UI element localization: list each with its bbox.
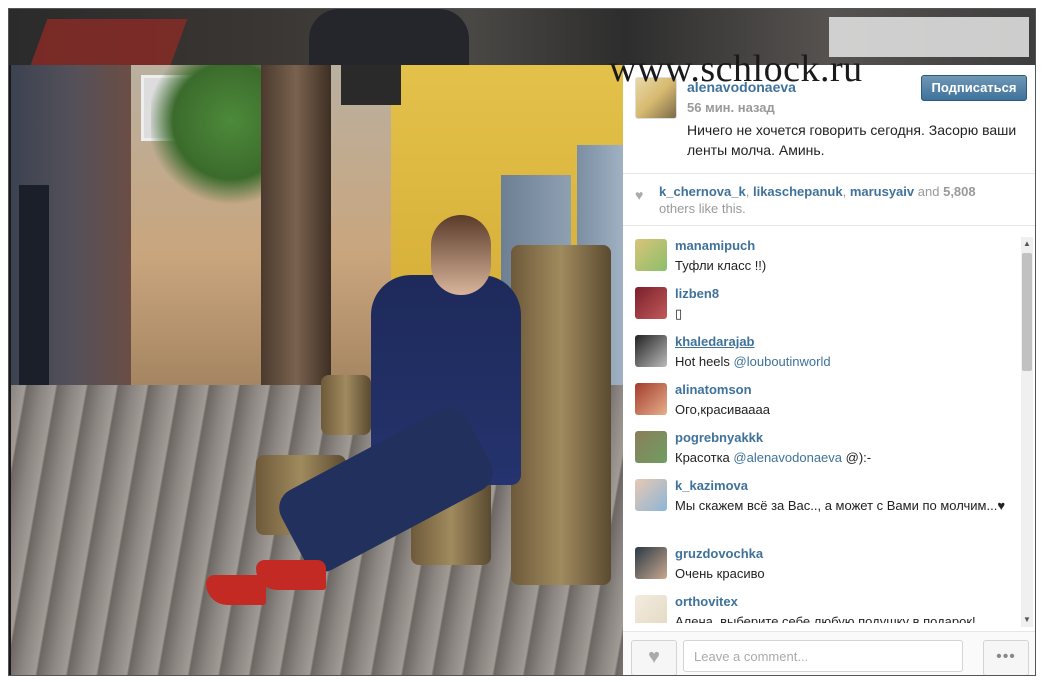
comment-text-body: Hot heels [675,354,734,369]
likes-and: and [917,184,940,199]
post-photo[interactable] [11,65,623,675]
comment-item: alinatomson Ого,красиваааа [623,379,1019,427]
commenter-username[interactable]: orthovitex [675,594,738,609]
like-button[interactable]: ♥ [631,640,677,675]
commenter-avatar[interactable] [635,431,667,463]
commenter-username[interactable]: khaledarajab [675,334,755,349]
comment-text: Мы скажем всё за Вас.., а может с Вами п… [675,498,1006,513]
commenter-username[interactable]: manamipuch [675,238,755,253]
comment-item: khaledarajab Hot heels @louboutinworld [623,331,1019,379]
comment-text: ▯ [675,304,1015,324]
liker-link[interactable]: marusyaiv [850,184,914,199]
comment-item: orthovitex Алена, выберите себе любую по… [623,591,1019,623]
comment-text: Ого,красиваааа [675,402,770,417]
comment-text-body: Красотка [675,450,734,465]
comment-text: Алена, выберите себе любую подушку в под… [675,614,976,623]
commenter-avatar[interactable] [635,287,667,319]
photo-scene-stump [511,245,611,585]
commenter-avatar[interactable] [635,239,667,271]
background-shape [309,9,469,65]
commenter-username[interactable]: lizben8 [675,286,719,301]
commenter-username[interactable]: gruzdovochka [675,546,763,561]
heart-icon: ♥ [635,187,644,203]
background-shape [30,19,188,65]
emoji-placeholder: ▯ [675,306,683,321]
comment-text-body: @):- [842,450,872,465]
follow-button[interactable]: Подписаться [921,75,1027,101]
likes-section: ♥ k_chernova_k, likaschepanuk, marusyaiv… [623,173,1035,226]
commenter-username[interactable]: alinatomson [675,382,752,397]
liker-link[interactable]: k_chernova_k [659,184,746,199]
heart-icon: ♥ [648,646,660,668]
more-options-button[interactable]: ••• [983,640,1029,675]
photo-scene-stump [321,375,371,435]
comment-text: Туфли класс !!) [675,258,767,273]
comment-text: Hot heels @louboutinworld [675,352,1015,372]
likes-tail: others like this. [659,201,746,216]
commenter-avatar[interactable] [635,383,667,415]
commenter-avatar[interactable] [635,595,667,623]
ellipsis-icon: ••• [996,648,1016,665]
commenter-avatar[interactable] [635,335,667,367]
background-photo-strip [9,9,1035,65]
comment-list[interactable]: manamipuch Туфли класс !!) lizben8 ▯ kha… [623,235,1019,623]
likes-count[interactable]: 5,808 [943,184,976,199]
scrollbar-thumb[interactable] [1022,253,1032,371]
comment-item: k_kazimova Мы скажем всё за Вас.., а мож… [623,475,1019,535]
commenter-avatar[interactable] [635,547,667,579]
comment-item: lizben8 ▯ [623,283,1019,331]
photo-scene-roof [341,65,401,105]
commenter-username[interactable]: pogrebnyakkk [675,430,763,445]
photo-scene-tree [261,65,331,405]
commenter-username[interactable]: k_kazimova [675,478,748,493]
scroll-up-arrow-icon[interactable]: ▲ [1021,237,1033,251]
comment-text: Очень красиво [675,566,765,581]
comment-input[interactable] [683,640,963,672]
post-timestamp[interactable]: 56 мин. назад [687,100,775,115]
post-caption: Ничего не хочется говорить сегодня. Засо… [687,122,1017,158]
liker-link[interactable]: likaschepanuk [753,184,843,199]
scroll-down-arrow-icon[interactable]: ▼ [1021,613,1033,627]
photo-scene-window [19,185,49,415]
comment-text: Красотка @alenavodonaeva @):- [675,448,1015,468]
likes-line: k_chernova_k, likaschepanuk, marusyaiv a… [659,184,976,216]
comment-item: gruzdovochka Очень красиво [623,543,1019,591]
post-viewer: alenavodonaeva 56 мин. назад Ничего не х… [8,8,1036,676]
comment-item: pogrebnyakkk Красотка @alenavodonaeva @)… [623,427,1019,475]
post-sidebar: alenavodonaeva 56 мин. назад Ничего не х… [623,65,1035,675]
photo-scene-shoe [206,575,266,605]
commenter-avatar[interactable] [635,479,667,511]
mention-link[interactable]: @alenavodonaeva [733,450,842,465]
watermark-text: www.schlock.ru [609,48,863,90]
comment-item: manamipuch Туфли класс !!) [623,235,1019,283]
photo-scene-shoe [256,560,326,590]
photo-scene-person-head [431,215,491,295]
comments-scrollbar[interactable]: ▲ ▼ [1021,237,1033,627]
comment-footer: ♥ ••• [623,631,1035,675]
mention-link[interactable]: @louboutinworld [734,354,831,369]
